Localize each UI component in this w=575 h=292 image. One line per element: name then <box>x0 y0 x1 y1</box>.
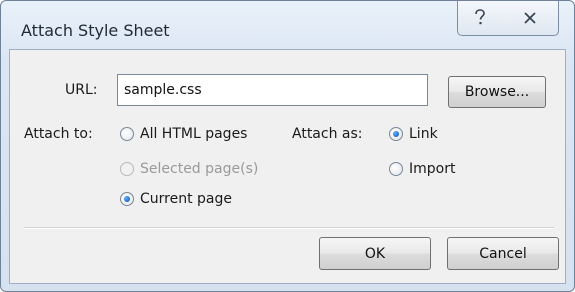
dialog-body: URL: sample.css Browse... Attach to: All… <box>9 49 566 284</box>
radio-label: Link <box>409 126 438 142</box>
radio-button-icon <box>389 162 403 176</box>
ok-button[interactable]: OK <box>319 237 431 270</box>
title-bar[interactable]: Attach Style Sheet <box>1 1 574 49</box>
radio-label: All HTML pages <box>140 126 248 142</box>
dialog-window: Attach Style Sheet URL: sample.css Brows… <box>0 0 575 292</box>
radio-all-html-pages[interactable]: All HTML pages <box>120 126 247 142</box>
radio-label: Selected page(s) <box>140 161 259 177</box>
radio-label: Current page <box>140 191 232 207</box>
attach-to-label: Attach to: <box>24 126 93 142</box>
browse-button[interactable]: Browse... <box>448 76 546 108</box>
close-button[interactable] <box>501 1 559 36</box>
question-icon <box>475 9 485 25</box>
radio-label: Import <box>409 161 456 177</box>
attach-as-label: Attach as: <box>292 126 363 142</box>
radio-link[interactable]: Link <box>389 126 438 142</box>
cancel-button[interactable]: Cancel <box>447 237 559 270</box>
radio-button-icon <box>120 162 134 176</box>
radio-import[interactable]: Import <box>389 161 455 177</box>
radio-current-page[interactable]: Current page <box>120 191 232 207</box>
radio-button-icon <box>120 127 134 141</box>
close-icon <box>523 12 536 24</box>
dialog-title: Attach Style Sheet <box>21 21 170 40</box>
url-input[interactable]: sample.css <box>117 74 428 106</box>
radio-selected-pages[interactable]: Selected page(s) <box>120 161 258 177</box>
radio-button-icon <box>120 192 134 206</box>
url-label: URL: <box>65 82 98 98</box>
separator <box>24 227 554 229</box>
radio-button-icon <box>389 127 403 141</box>
help-button[interactable] <box>457 1 503 36</box>
